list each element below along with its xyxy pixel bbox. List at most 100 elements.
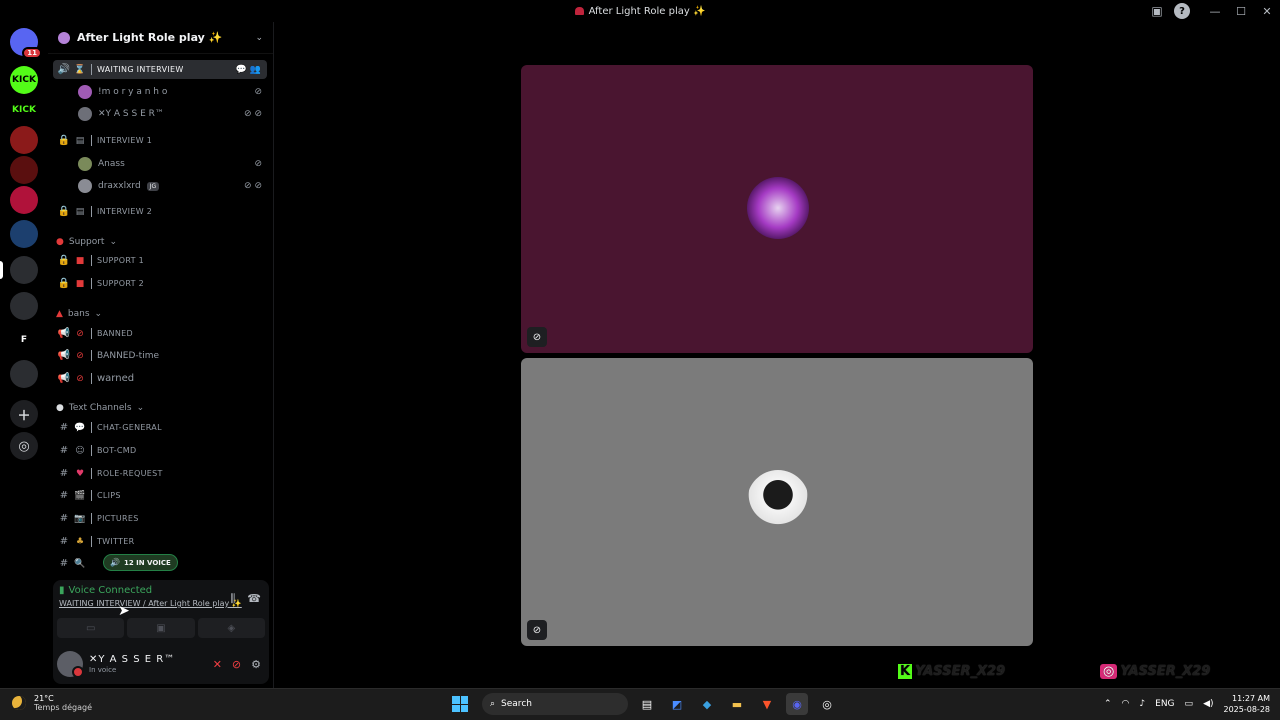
mouse-cursor-icon: ➤ bbox=[118, 603, 130, 619]
channel-label: TWITTER bbox=[97, 537, 135, 546]
guild-name: After Light Role play ✨ bbox=[77, 31, 223, 44]
activity-button[interactable]: ◈ bbox=[197, 618, 265, 638]
voice-channel-interview-2[interactable]: 🔒 ▤ INTERVIEW 2 bbox=[53, 202, 267, 221]
search-placeholder: Search bbox=[501, 699, 532, 709]
guild-header[interactable]: After Light Role play ✨ ⌄ bbox=[48, 22, 273, 54]
headphones-off-icon[interactable]: ⊘ bbox=[232, 658, 241, 671]
window-title: After Light Role play ✨ bbox=[574, 6, 705, 17]
clapper-icon: 🎬 bbox=[74, 490, 86, 501]
channel-label: BANNED bbox=[97, 329, 133, 338]
text-channel-role-request[interactable]: # ♥ ROLE-REQUEST bbox=[53, 464, 267, 483]
server-icon-server-red-3[interactable] bbox=[10, 186, 38, 214]
participant-tile[interactable]: ⊘ bbox=[521, 65, 1033, 353]
chat-icon[interactable]: 💬 👥 bbox=[236, 65, 261, 75]
category-bans[interactable]: ▲ bans ⌄ bbox=[56, 309, 102, 319]
current-user[interactable]: ✕Y A S S E R™ In voice ✕ ⊘ ⚙ bbox=[57, 648, 265, 680]
muted-icon: ⊘ bbox=[254, 87, 262, 97]
outlook-icon[interactable]: ◩ bbox=[666, 693, 688, 715]
in-voice-pill[interactable]: 🔊 12 IN VOICE bbox=[103, 554, 178, 571]
voice-user[interactable]: ✕Y A S S E R™ ⊘ ⊘ bbox=[78, 104, 268, 124]
close-button[interactable]: ✕ bbox=[1254, 0, 1280, 22]
taskbar-search[interactable]: ⌕ Search bbox=[482, 693, 628, 715]
clock-date: 2025-08-28 bbox=[1223, 705, 1271, 714]
microphone-icon[interactable]: ♪ bbox=[1139, 699, 1145, 709]
gear-icon[interactable]: ⚙ bbox=[251, 658, 261, 671]
file-explorer-icon[interactable]: ▬ bbox=[726, 693, 748, 715]
text-channel-chat-general[interactable]: # 💬 CHAT-GENERAL bbox=[53, 418, 267, 437]
speech-bubble-icon: 💬 bbox=[74, 422, 86, 433]
explore-icon[interactable]: ◎ bbox=[10, 432, 38, 460]
language-indicator[interactable]: ENG bbox=[1155, 699, 1174, 709]
red-circle-icon: ● bbox=[56, 237, 64, 247]
text-channel-bot-cmd[interactable]: # ☺ BOT-CMD bbox=[53, 441, 267, 460]
server-icon-kick-server-2[interactable]: KICK bbox=[10, 96, 38, 124]
network-icon[interactable]: ▭ bbox=[1185, 699, 1194, 709]
inbox-icon[interactable]: ▣ bbox=[1144, 0, 1170, 22]
voice-location-link[interactable]: WAITING INTERVIEW / After Light Role pla… bbox=[59, 599, 242, 608]
channel-label: CHAT-GENERAL bbox=[97, 423, 162, 432]
soundboard-icon[interactable]: ⫼ bbox=[230, 592, 235, 606]
camera-icon: 📷 bbox=[74, 513, 86, 524]
lock-icon: 🔒 bbox=[57, 206, 71, 217]
windows-start-icon[interactable] bbox=[452, 696, 468, 712]
document-icon: ▤ bbox=[75, 206, 85, 217]
channel-label: INTERVIEW 2 bbox=[97, 207, 153, 216]
category-support[interactable]: ● Support ⌄ bbox=[56, 237, 117, 247]
weather-widget[interactable]: 21°C Temps dégagé bbox=[12, 694, 92, 712]
clock[interactable]: 11:27 AM 2025-08-28 bbox=[1224, 693, 1271, 715]
server-icon-server-valorant[interactable] bbox=[10, 220, 38, 248]
text-channel-clips[interactable]: # 🎬 CLIPS bbox=[53, 486, 267, 505]
text-channel-pictures[interactable]: # 📷 PICTURES bbox=[53, 509, 267, 528]
heart-icon bbox=[574, 7, 584, 15]
mic-muted-icon[interactable]: ✕ bbox=[213, 658, 222, 671]
server-icon-server-red-2[interactable] bbox=[10, 156, 38, 184]
volume-icon[interactable]: ◀) bbox=[1203, 699, 1213, 709]
camera-off-icon: ▭ bbox=[85, 622, 96, 634]
brave-browser-icon[interactable]: ▼ bbox=[756, 693, 778, 715]
lock-icon: 🔒 bbox=[57, 278, 71, 289]
hash-icon: # bbox=[59, 445, 69, 456]
maximize-button[interactable]: ☐ bbox=[1228, 0, 1254, 22]
help-icon[interactable]: ? bbox=[1174, 3, 1190, 19]
voice-channel-interview-1[interactable]: 🔒 ▤ INTERVIEW 1 bbox=[53, 131, 267, 150]
add-server-icon[interactable]: ＋ bbox=[10, 400, 38, 428]
screenshare-button[interactable]: ▣ bbox=[127, 618, 195, 638]
voice-user[interactable]: Anass ⊘ bbox=[78, 154, 268, 174]
server-icon-discord-home[interactable]: 11 bbox=[10, 28, 42, 59]
server-icon-kick-server-1[interactable]: KICK bbox=[10, 66, 38, 94]
channel-label: WAITING INTERVIEW bbox=[97, 65, 184, 74]
discord-taskbar-icon[interactable]: ◉ bbox=[786, 693, 808, 715]
channel-warned[interactable]: 📢 ⊘ warned bbox=[53, 369, 267, 388]
notepad-icon[interactable]: ▤ bbox=[636, 693, 658, 715]
instagram-logo-icon: ◎ bbox=[1100, 664, 1118, 679]
voice-channel-waiting-interview[interactable]: 🔊 ⌛ WAITING INTERVIEW 💬 👥 bbox=[53, 60, 267, 79]
channel-banned-time[interactable]: 📢 ⊘ BANNED-time bbox=[53, 346, 267, 365]
voice-user[interactable]: !m o r y a n h o ⊘ bbox=[78, 82, 268, 102]
voice-channel-support-2[interactable]: 🔒 ■ SUPPORT 2 bbox=[53, 274, 267, 293]
participant-tile[interactable]: ⊘ bbox=[521, 358, 1033, 646]
no-entry-icon: ⊘ bbox=[76, 373, 84, 384]
channel-label: warned bbox=[97, 373, 135, 384]
voice-username: ✕Y A S S E R™ bbox=[98, 109, 164, 119]
text-channel-twitter[interactable]: # ♣ TWITTER bbox=[53, 532, 267, 551]
minimize-button[interactable]: — bbox=[1202, 0, 1228, 22]
channel-banned[interactable]: 📢 ⊘ BANNED bbox=[53, 324, 267, 343]
channel-label: CLIPS bbox=[97, 491, 121, 500]
box-app-icon[interactable]: ◆ bbox=[696, 693, 718, 715]
server-icon-server-folder-3[interactable] bbox=[10, 360, 38, 388]
server-icon-server-red-1[interactable] bbox=[10, 126, 38, 154]
chromium-icon[interactable]: ◎ bbox=[816, 693, 838, 715]
server-icon-server-folder-1[interactable] bbox=[10, 256, 38, 284]
voice-channel-support-1[interactable]: 🔒 ■ SUPPORT 1 bbox=[53, 251, 267, 270]
instagram-watermark: ◎ YASSER_X29 bbox=[1100, 664, 1210, 679]
server-icon-server-folder-2[interactable] bbox=[10, 292, 38, 320]
disconnect-icon[interactable]: ☎ bbox=[247, 592, 261, 606]
camera-button[interactable]: ▭ bbox=[57, 618, 125, 638]
current-username: ✕Y A S S E R™ bbox=[89, 654, 176, 665]
category-text-channels[interactable]: ● Text Channels ⌄ bbox=[56, 403, 144, 413]
voice-user[interactable]: draxxlxrd JG ⊘ ⊘ bbox=[78, 176, 268, 196]
server-icon-server-f[interactable]: F bbox=[10, 326, 38, 354]
chevron-up-icon[interactable]: ⌃ bbox=[1104, 699, 1112, 709]
channel-label: BOT-CMD bbox=[97, 446, 137, 455]
headset-icon[interactable]: ◠ bbox=[1122, 699, 1130, 709]
